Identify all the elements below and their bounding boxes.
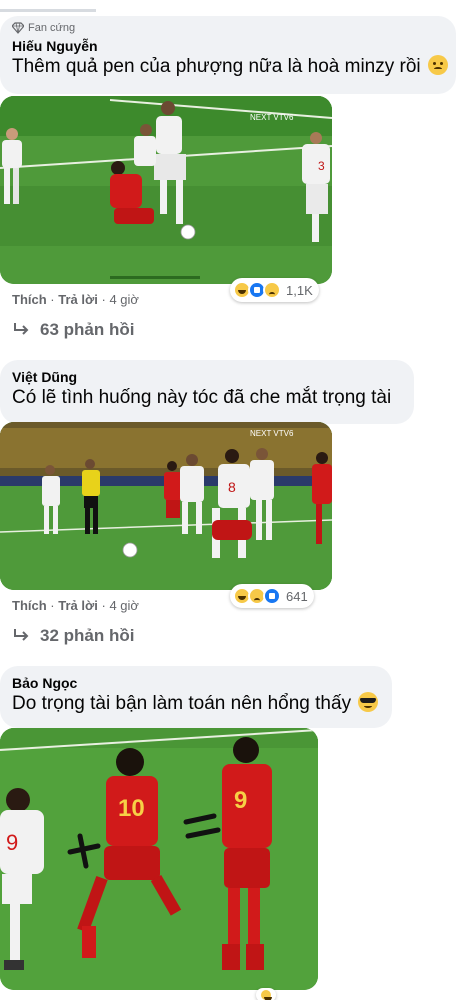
reply-arrow-icon — [12, 628, 32, 644]
svg-text:3: 3 — [318, 159, 325, 173]
comment-time: 4 giờ — [109, 598, 139, 613]
comment-time: 4 giờ — [109, 292, 139, 307]
comment-author[interactable]: Bảo Ngọc — [12, 674, 378, 692]
reply-action[interactable]: Trả lời — [58, 292, 98, 307]
reaction-count: 641 — [286, 588, 308, 604]
view-replies-button[interactable]: 63 phản hồi — [12, 320, 134, 340]
comment-text: Có lẽ tình huống này tóc đã che mắt trọn… — [12, 387, 392, 408]
svg-text:9: 9 — [6, 830, 18, 855]
haha-icon — [259, 988, 273, 1000]
svg-text:10: 10 — [118, 795, 145, 822]
top-divider — [0, 0, 474, 12]
svg-text:9: 9 — [234, 787, 247, 814]
comment-text-content: Thêm quả pen của phượng nữa là hoà minzy… — [12, 56, 421, 77]
comment-author[interactable]: Hiếu Nguyễn — [12, 37, 442, 55]
like-action[interactable]: Thích — [12, 598, 47, 613]
reaction-summary[interactable]: 641 — [230, 584, 314, 608]
view-replies-button[interactable]: 32 phản hồi — [12, 626, 134, 646]
scroll-indicator — [0, 9, 96, 12]
diamond-icon — [11, 22, 25, 34]
like-icon — [263, 587, 281, 605]
comment-image[interactable]: 9 10 9 — [0, 728, 318, 990]
reaction-count: 1,1K — [286, 282, 313, 298]
svg-text:NEXT VTV6: NEXT VTV6 — [250, 429, 294, 438]
badge-label: Fan cứng — [28, 22, 76, 34]
reply-action[interactable]: Trả lời — [58, 598, 98, 613]
reaction-summary-partial[interactable] — [256, 988, 276, 1000]
sad-icon — [263, 281, 281, 299]
comment-actions: Thích · Trả lời · 4 giờ — [12, 598, 139, 613]
like-action[interactable]: Thích — [12, 292, 47, 307]
reply-arrow-icon — [12, 322, 32, 338]
reaction-summary[interactable]: 1,1K — [230, 278, 319, 302]
player-red-b — [212, 520, 252, 540]
comment-text: Do trọng tài bận làm toán nên hổng thấy — [12, 692, 379, 716]
comment-image[interactable]: 8 NEXT VTV6 — [0, 422, 332, 590]
svg-text:NEXT VTV6: NEXT VTV6 — [250, 113, 294, 122]
football-scene-1: 3 NEXT VTV6 — [0, 96, 332, 284]
comment-author[interactable]: Việt Dũng — [12, 368, 400, 386]
football-scene-2: 8 NEXT VTV6 — [0, 422, 332, 590]
comment-text-content: Do trọng tài bận làm toán nên hổng thấy — [12, 693, 352, 714]
comment-bubble: Bảo Ngọc Do trọng tài bận làm toán nên h… — [0, 666, 392, 728]
comment-bubble: Fan cứng Hiếu Nguyễn Thêm quả pen của ph… — [0, 16, 456, 94]
fan-badge: Fan cứng — [11, 22, 442, 34]
sad-face-icon — [427, 55, 448, 75]
football-meme-image: 9 10 9 — [0, 728, 318, 990]
replies-count: 63 phản hồi — [40, 320, 135, 339]
comment-text: Thêm quả pen của phượng nữa là hoà minzy… — [12, 55, 448, 79]
svg-text:8: 8 — [228, 479, 236, 495]
comment-bubble: Việt Dũng Có lẽ tình huống này tóc đã ch… — [0, 360, 414, 424]
cool-face-icon — [358, 692, 379, 712]
comment-image[interactable]: 3 NEXT VTV6 — [0, 96, 332, 284]
replies-count: 32 phản hồi — [40, 626, 135, 645]
comment-actions: Thích · Trả lời · 4 giờ — [12, 292, 139, 307]
